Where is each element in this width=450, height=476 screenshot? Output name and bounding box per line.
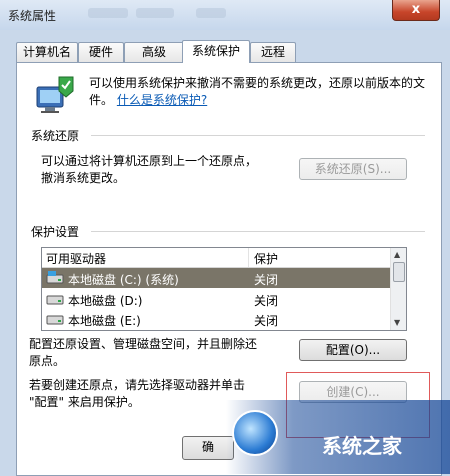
tab-remote[interactable]: 远程 (250, 42, 296, 62)
title-bar[interactable]: 系统属性 x (0, 0, 450, 30)
scroll-thumb[interactable] (393, 262, 405, 282)
column-protection[interactable]: 保护 (254, 250, 278, 267)
tab-label: 高级 (141, 45, 166, 59)
drive-icon (46, 315, 64, 325)
tab-label: 远程 (260, 45, 285, 59)
column-separator (248, 248, 249, 267)
drive-row[interactable]: 本地磁盘 (C:) (系统) 关闭 (42, 268, 390, 288)
watermark-text: 系统之家 (322, 434, 402, 458)
system-restore-heading: 系统还原 (31, 129, 80, 143)
list-header: 可用驱动器 保护 (42, 248, 390, 268)
blurred-region (196, 8, 226, 18)
drive-row[interactable]: 本地磁盘 (E:) 关闭 (42, 309, 390, 329)
system-drive-icon (46, 271, 64, 284)
close-icon: x (411, 2, 421, 17)
protection-state: 关闭 (254, 294, 279, 308)
tab-system-protection[interactable]: 系统保护 (182, 40, 250, 63)
drive-name: 本地磁盘 (D:) (68, 294, 143, 308)
protection-state: 关闭 (254, 314, 279, 328)
create-description: 若要创建还原点，请先选择驱动器并单击 "配置" 来启用保护。 (29, 377, 245, 411)
drive-list[interactable]: 可用驱动器 保护 本地磁盘 (C:) (系统) 关闭 本地磁盘 (D:) 关闭 … (41, 247, 407, 331)
tab-computer-name[interactable]: 计算机名 (16, 42, 78, 62)
desc-line: 撤消系统更改。 (41, 171, 126, 185)
desc-line: 原点。 (29, 354, 66, 368)
drive-name: 本地磁盘 (E:) (68, 314, 141, 328)
drive-row[interactable]: 本地磁盘 (D:) 关闭 (42, 289, 390, 309)
protection-settings-heading: 保护设置 (31, 225, 80, 239)
desc-line: 配置还原设置、管理磁盘空间，并且删除还 (29, 337, 258, 351)
system-protection-icon (36, 76, 74, 113)
scroll-down-icon[interactable]: ▼ (394, 318, 400, 327)
desc-line: 若要创建还原点，请先选择驱动器并单击 (29, 378, 246, 392)
tab-label: 硬件 (88, 45, 113, 59)
drive-name: 本地磁盘 (C:) (系统) (68, 273, 179, 287)
divider (91, 135, 425, 136)
tab-advanced[interactable]: 高级 (124, 42, 184, 62)
close-button[interactable]: x (392, 0, 440, 21)
column-drive[interactable]: 可用驱动器 (46, 250, 106, 267)
blurred-region (136, 8, 174, 18)
drive-icon (46, 295, 64, 305)
configure-description: 配置还原设置、管理磁盘空间，并且删除还 原点。 (29, 336, 257, 370)
protection-state: 关闭 (254, 273, 279, 287)
divider (91, 231, 425, 232)
tab-label: 系统保护 (191, 44, 240, 58)
watermark-logo (232, 410, 278, 456)
list-scrollbar[interactable]: ▲ ▼ (390, 248, 406, 330)
intro-text: 可以使用系统保护来撤消不需要的系统更改，还原以前版本的文件。 什么是系统保护? (89, 75, 429, 109)
desc-line: "配置" 来启用保护。 (29, 395, 140, 409)
tab-hardware[interactable]: 硬件 (78, 42, 124, 62)
window-title: 系统属性 (8, 9, 57, 23)
system-restore-button[interactable]: 系统还原(S)... (299, 158, 407, 180)
desc-line: 可以通过将计算机还原到上一个还原点， (41, 154, 258, 168)
scroll-up-icon[interactable]: ▲ (394, 250, 400, 259)
system-restore-description: 可以通过将计算机还原到上一个还原点， 撤消系统更改。 (41, 153, 257, 187)
blurred-region (88, 8, 128, 18)
system-properties-window: 系统属性 x 计算机名 硬件 高级 系统保护 远程 可以使用系统保护来撤消不需要… (0, 0, 450, 476)
tab-label: 计算机名 (22, 45, 71, 59)
configure-button[interactable]: 配置(O)... (299, 339, 407, 361)
what-is-system-protection-link[interactable]: 什么是系统保护? (117, 93, 207, 107)
